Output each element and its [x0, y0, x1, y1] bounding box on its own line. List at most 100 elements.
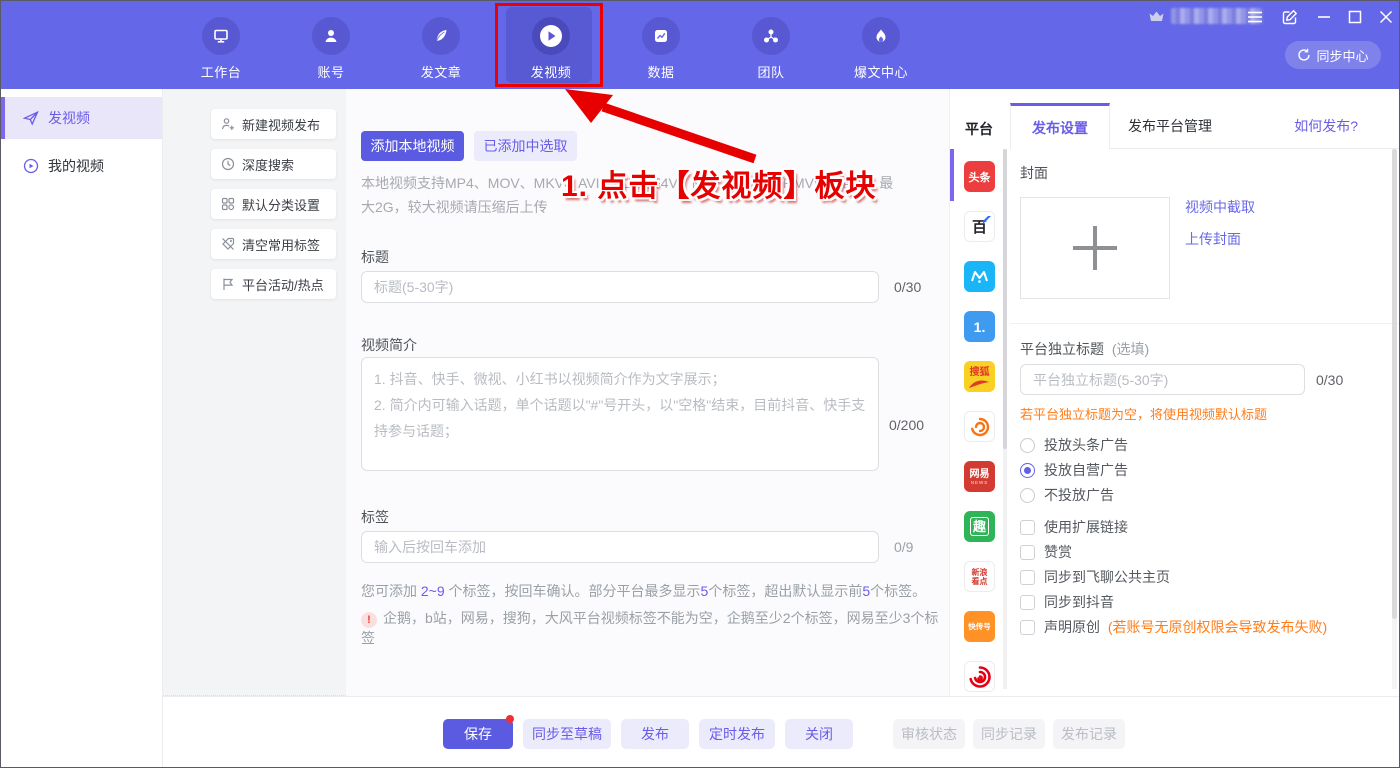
checkbox-reward[interactable]: 赞赏 — [1020, 542, 1072, 562]
tag-slash-icon — [221, 237, 235, 251]
audit-status-button[interactable]: 审核状态 — [893, 719, 965, 749]
sync-center-button[interactable]: 同步中心 — [1285, 41, 1381, 69]
close-form-button[interactable]: 关闭 — [785, 719, 853, 749]
platform-icon-sina-kandian[interactable]: 新浪看点 — [964, 561, 995, 592]
radio-toutiao-ad[interactable]: 投放头条广告 — [1020, 435, 1128, 455]
play-circle-icon — [23, 158, 39, 174]
publish-button[interactable]: 发布 — [621, 719, 689, 749]
nav-tab-label: 爆文中心 — [839, 62, 923, 81]
checkbox-extended-link[interactable]: 使用扩展链接 — [1020, 517, 1128, 537]
nav-tab-account[interactable]: 账号 — [289, 17, 373, 81]
annotation-highlight-box — [495, 3, 603, 87]
sync-center-label: 同步中心 — [1316, 46, 1368, 65]
tags-label: 标签 — [361, 507, 389, 527]
maximize-button[interactable] — [1348, 9, 1362, 25]
nav-tab-workbench[interactable]: 工作台 — [179, 17, 263, 81]
panel-scrollbar[interactable] — [1392, 149, 1397, 689]
footer-action-bar: 保存 同步至草稿 发布 定时发布 关闭 审核状态 同步记录 发布记录 — [163, 696, 1400, 768]
upload-cover-link[interactable]: 上传封面 — [1185, 229, 1241, 249]
checkbox-icon — [1020, 595, 1035, 610]
platform-icon-sohu[interactable]: 搜狐 — [964, 361, 995, 392]
nav-tab-label: 数据 — [619, 62, 703, 81]
menu-hamburger-icon[interactable] — [1247, 10, 1263, 24]
nav-tab-team[interactable]: 团队 — [729, 17, 813, 81]
cover-upload-box[interactable] — [1020, 197, 1170, 299]
platform-icon-yidian[interactable]: 1. — [964, 311, 995, 342]
capture-from-video-link[interactable]: 视频中截取 — [1185, 197, 1255, 217]
nav-tab-data[interactable]: 数据 — [619, 17, 703, 81]
divider — [1010, 323, 1400, 324]
platform-list-scrollbar[interactable] — [1003, 149, 1007, 689]
description-placeholder-line2: 2. 简介内可输入话题，单个话题以"#"号开头，以"空格"结束，目前抖音、快手支… — [374, 392, 866, 444]
workbench-monitor-icon — [212, 27, 230, 45]
annotation-step-text: 1. 点击【发视频】板块 — [561, 161, 876, 205]
platform-icon-qutoutiao[interactable]: 趣 — [964, 511, 995, 542]
nav-tab-label: 发文章 — [399, 62, 483, 81]
sidebar-item-label: 我的视频 — [48, 156, 104, 176]
tags-counter: 0/9 — [894, 539, 913, 555]
unsaved-dot-badge — [506, 715, 514, 723]
title-input[interactable] — [361, 271, 879, 303]
checkbox-icon — [1020, 570, 1035, 585]
platform-icon-dayu[interactable] — [964, 411, 995, 442]
radio-self-ad[interactable]: 投放自营广告 — [1020, 460, 1128, 480]
platform-column-title: 平台 — [965, 119, 993, 139]
checkbox-sync-douyin[interactable]: 同步到抖音 — [1020, 592, 1114, 612]
platform-icon-kuaichuan[interactable]: 快传号 — [964, 611, 995, 642]
sync-to-draft-button[interactable]: 同步至草稿 — [523, 719, 611, 749]
quick-actions-column: 新建视频发布 深度搜索 默认分类设置 清空常用标签 平台活动/热点 — [163, 89, 346, 696]
data-chart-icon — [652, 27, 670, 45]
radio-no-ad[interactable]: 不投放广告 — [1020, 485, 1114, 505]
checkbox-icon — [1020, 620, 1035, 635]
publish-log-button[interactable]: 发布记录 — [1053, 719, 1125, 749]
checkbox-sync-feiliao[interactable]: 同步到飞聊公共主页 — [1020, 567, 1170, 587]
tab-platform-management[interactable]: 发布平台管理 — [1128, 103, 1212, 149]
nav-tab-hot-center[interactable]: 爆文中心 — [839, 17, 923, 81]
compose-edit-icon[interactable] — [1282, 9, 1298, 25]
schedule-publish-button[interactable]: 定时发布 — [699, 719, 775, 749]
save-button[interactable]: 保存 — [443, 719, 513, 749]
tag-platform-warning: !企鹅，b站，网易，搜狗，大风平台视频标签不能为空，企鹅至少2个标签，网易至少3… — [361, 608, 949, 648]
platform-icon-weishi[interactable] — [964, 261, 995, 292]
add-local-video-button[interactable]: 添加本地视频 — [361, 131, 464, 161]
independent-title-input[interactable] — [1020, 364, 1305, 395]
deep-search-button[interactable]: 深度搜索 — [211, 149, 336, 179]
nav-tab-label: 工作台 — [179, 62, 263, 81]
article-feather-icon — [432, 27, 450, 45]
sidebar-item-my-videos[interactable]: 我的视频 — [1, 145, 162, 187]
clear-common-tags-button[interactable]: 清空常用标签 — [211, 229, 336, 259]
active-platform-indicator — [950, 149, 954, 201]
nav-tab-article[interactable]: 发文章 — [399, 17, 483, 81]
description-label: 视频简介 — [361, 335, 417, 355]
action-label: 默认分类设置 — [242, 195, 320, 214]
independent-title-label: 平台独立标题 (选填) — [1020, 339, 1149, 359]
checkbox-declare-original[interactable]: 声明原创 (若账号无原创权限会导致发布失败) — [1020, 617, 1327, 637]
platform-activity-hot-button[interactable]: 平台活动/热点 — [211, 269, 336, 299]
tags-input[interactable] — [361, 531, 879, 563]
team-nodes-icon — [762, 27, 780, 45]
new-video-publish-button[interactable]: 新建视频发布 — [211, 109, 336, 139]
clock-icon — [221, 157, 235, 171]
exclamation-icon: ! — [361, 612, 377, 628]
platform-icon-netease[interactable]: 网易 NEWS — [964, 461, 995, 492]
platform-icon-baijiahao[interactable]: 百 — [964, 211, 995, 242]
title-counter: 0/30 — [894, 279, 921, 295]
description-counter: 0/200 — [889, 417, 924, 433]
tab-publish-settings[interactable]: 发布设置 — [1010, 103, 1110, 149]
tag-count-hint: 您可添加 2~9 个标签，按回车确认。部分平台最多显示5个标签，超出默认显示前5… — [361, 581, 926, 601]
radio-icon — [1020, 438, 1035, 453]
action-label: 平台活动/热点 — [242, 275, 324, 294]
default-category-settings-button[interactable]: 默认分类设置 — [211, 189, 336, 219]
sync-log-button[interactable]: 同步记录 — [973, 719, 1045, 749]
account-person-icon — [322, 27, 340, 45]
title-label: 标题 — [361, 247, 389, 267]
nav-tab-label: 账号 — [289, 62, 373, 81]
platform-icon-toutiao[interactable]: 头条 — [964, 161, 995, 192]
minimize-button[interactable] — [1317, 9, 1331, 25]
close-button[interactable] — [1379, 9, 1393, 25]
how-to-publish-link[interactable]: 如何发布? — [1294, 103, 1358, 149]
radio-icon — [1020, 488, 1035, 503]
sidebar-item-publish-video[interactable]: 发视频 — [1, 97, 162, 139]
platform-icon-phoenix[interactable] — [964, 661, 995, 692]
description-textarea[interactable]: 1. 抖音、快手、微视、小红书以视频简介作为文字展示； 2. 简介内可输入话题，… — [361, 357, 879, 471]
